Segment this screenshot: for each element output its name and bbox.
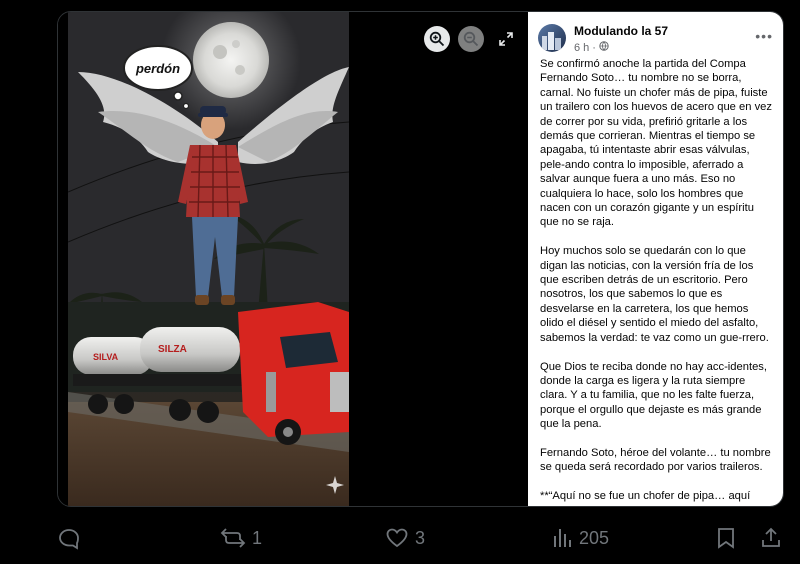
post-body: Se confirmó anoche la partida del Compa …	[540, 57, 774, 506]
bookmark-icon	[718, 528, 734, 549]
post-meta: 6 h ·	[574, 41, 609, 54]
expand-icon	[499, 32, 513, 46]
repost-count: 1	[252, 527, 263, 548]
moon	[193, 22, 269, 98]
like-count: 3	[415, 527, 426, 548]
tank-lettering-2: SILZA	[158, 344, 187, 355]
post-image[interactable]: perdón SILVA SILZA	[68, 12, 349, 506]
views-chart-icon	[554, 529, 571, 547]
avatar[interactable]	[538, 24, 566, 52]
repost-icon	[220, 528, 246, 548]
bubble-text: perdón	[135, 61, 180, 76]
views-count: 205	[579, 527, 610, 548]
expand-button[interactable]	[494, 27, 518, 51]
more-options-button[interactable]: •••	[755, 28, 773, 44]
zoom-in-icon	[429, 31, 445, 47]
bookmark-button[interactable]	[715, 520, 737, 556]
views-button[interactable]: 205	[551, 520, 609, 556]
post-paragraph-5: **“Aquí no se fue un chofer de pipa… aqu…	[540, 490, 751, 506]
post-paragraph-4: Fernando Soto, héroe del volante… tu nom…	[540, 446, 771, 474]
post-paragraph-1: Se confirmó anoche la partida del Compa …	[540, 58, 772, 229]
reply-icon	[59, 529, 79, 550]
heart-icon	[386, 528, 408, 548]
media-viewer: perdón SILVA SILZA	[58, 12, 528, 506]
sparkle-icon	[326, 476, 344, 499]
zoom-in-button[interactable]	[424, 26, 450, 52]
globe-icon	[599, 41, 609, 54]
illustration: perdón SILVA SILZA	[68, 12, 349, 506]
page-name[interactable]: Modulando la 57	[574, 24, 668, 38]
tank-lettering-1: SILVA	[93, 352, 119, 362]
repost-button[interactable]: 1	[220, 520, 262, 556]
meta-separator: ·	[592, 41, 596, 54]
like-button[interactable]: 3	[385, 520, 425, 556]
post-paragraph-2: Hoy muchos solo se quedarán con lo que d…	[540, 245, 769, 344]
share-icon	[762, 527, 780, 547]
post-header: Modulando la 57 6 h · •••	[538, 22, 773, 56]
post-paragraph-3: Que Dios te reciba donde no hay acc-iden…	[540, 360, 767, 431]
zoom-out-button[interactable]	[458, 26, 484, 52]
post-time[interactable]: 6 h	[574, 42, 589, 54]
post-panel: Modulando la 57 6 h · ••• Se confirmó an…	[528, 12, 783, 506]
reply-button[interactable]	[57, 520, 87, 556]
share-button[interactable]	[760, 520, 782, 556]
zoom-out-icon	[463, 31, 479, 47]
action-bar: 1 3 205	[57, 520, 787, 556]
media-card: perdón SILVA SILZA Modulando la 57 6 h ·…	[57, 11, 784, 507]
